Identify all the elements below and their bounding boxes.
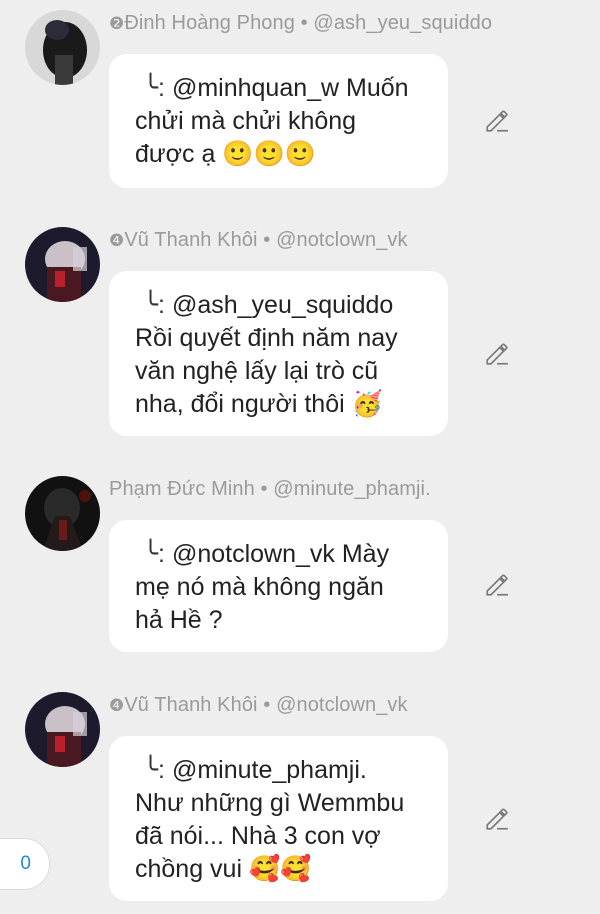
- author-handle[interactable]: @minute_phamji.: [273, 478, 430, 500]
- rank-badge: ❷: [109, 14, 125, 34]
- avatar[interactable]: [25, 10, 100, 85]
- meta-separator: •: [260, 478, 268, 500]
- avatar[interactable]: [25, 692, 100, 767]
- comment-meta: ❹Vũ Thanh Khôi • @notclown_vk: [109, 229, 408, 252]
- comment-meta: ❹Vũ Thanh Khôi • @notclown_vk: [109, 694, 408, 717]
- comment-line: ╰: @notclown_vk Mày: [135, 538, 422, 571]
- author-handle[interactable]: @notclown_vk: [276, 694, 408, 716]
- mention-line: @ash_yeu_squiddo: [171, 291, 394, 319]
- edit-button[interactable]: [482, 570, 512, 600]
- author-name[interactable]: Vũ Thanh Khôi: [124, 694, 257, 716]
- rank-badge: ❹: [109, 231, 125, 251]
- comment-line: Như những gì Wemmbu: [135, 789, 405, 817]
- comment-meta: ❷Đinh Hoàng Phong • @ash_yeu_squiddo: [109, 12, 492, 35]
- comment-line: đã nói... Nhà 3 con vợ: [135, 822, 381, 850]
- mention-line: @minhquan_w Muốn: [171, 74, 409, 102]
- meta-separator: •: [300, 12, 308, 34]
- comment-bubble: ╰: @minhquan_w Muốn chửi mà chửi không đ…: [109, 54, 448, 188]
- meta-separator: •: [263, 694, 271, 716]
- comment-line: ╰: @ash_yeu_squiddo: [135, 289, 422, 322]
- comment-line: mẹ nó mà không ngăn: [135, 573, 384, 601]
- comment-line: ╰: @minhquan_w Muốn: [135, 72, 422, 105]
- edit-button[interactable]: [482, 106, 512, 136]
- pencil-icon: [486, 808, 508, 830]
- author-handle[interactable]: @notclown_vk: [276, 229, 408, 251]
- comment-bubble: ╰: @notclown_vk Mày mẹ nó mà không ngăn …: [109, 520, 448, 652]
- reply-marker: ╰:: [143, 756, 165, 784]
- reply-count-button[interactable]: 0: [0, 838, 50, 890]
- comment-bubble: ╰: @ash_yeu_squiddo Rồi quyết định năm n…: [109, 271, 448, 436]
- comment-bubble: ╰: @minute_phamji. Như những gì Wemmbu đ…: [109, 736, 448, 901]
- avatar[interactable]: [25, 476, 100, 551]
- comment-line: Rồi quyết định năm nay: [135, 324, 398, 352]
- comment-meta: Phạm Đức Minh • @minute_phamji.: [109, 478, 431, 501]
- mention-line: @minute_phamji.: [171, 756, 367, 784]
- pencil-icon: [486, 343, 508, 365]
- comment-line: nha, đổi người thôi 🥳: [135, 390, 383, 418]
- avatar[interactable]: [25, 227, 100, 302]
- reply-count: 0: [20, 853, 31, 874]
- comment-line: hả Hề ?: [135, 606, 223, 634]
- comment-line: ╰: @minute_phamji.: [135, 754, 422, 787]
- comment-line: chồng vui 🥰🥰: [135, 855, 312, 883]
- meta-separator: •: [263, 229, 271, 251]
- rank-badge: ❹: [109, 696, 125, 716]
- comment-line: văn nghệ lấy lại trò cũ: [135, 357, 379, 385]
- mention-line: @notclown_vk Mày: [171, 540, 390, 568]
- reply-marker: ╰:: [143, 540, 165, 568]
- reply-marker: ╰:: [143, 74, 165, 102]
- pencil-icon: [486, 110, 508, 132]
- author-name[interactable]: Đinh Hoàng Phong: [124, 12, 295, 34]
- reply-marker: ╰:: [143, 291, 165, 319]
- author-handle[interactable]: @ash_yeu_squiddo: [313, 12, 492, 34]
- author-name[interactable]: Phạm Đức Minh: [109, 478, 255, 500]
- comment-line: chửi mà chửi không: [135, 107, 357, 135]
- author-name[interactable]: Vũ Thanh Khôi: [124, 229, 257, 251]
- edit-button[interactable]: [482, 804, 512, 834]
- comment-line: được ạ 🙂🙂🙂: [135, 140, 316, 168]
- edit-button[interactable]: [482, 339, 512, 369]
- pencil-icon: [486, 574, 508, 596]
